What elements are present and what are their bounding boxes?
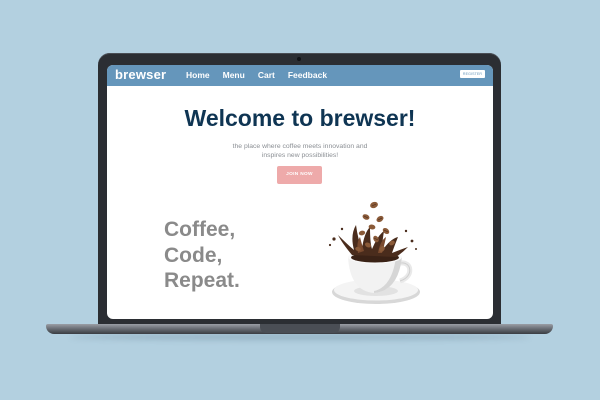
hero-subtitle-line: the place where coffee meets innovation … (232, 143, 368, 150)
nav-links: Home Menu Cart Feedback (186, 70, 327, 80)
hero-subtitle: the place where coffee meets innovation … (210, 142, 390, 160)
register-button[interactable]: REGISTER (460, 70, 485, 78)
laptop-shadow (70, 334, 530, 340)
coffee-cup-with-beans-image (328, 201, 420, 304)
join-now-button[interactable]: JOIN NOW (277, 166, 322, 184)
hero-subtitle-line: inspires new possibilities! (261, 152, 339, 159)
nav-link-menu[interactable]: Menu (223, 70, 245, 80)
mockup-stage: brewser Home Menu Cart Feedback REGISTER… (0, 0, 600, 400)
slogan-line: Code, (164, 243, 223, 267)
webcam-icon (297, 57, 301, 61)
slogan-line: Coffee, (164, 218, 236, 241)
hero-title: Welcome to brewser! (184, 105, 416, 131)
slogan: Coffee, Code, Repeat. (164, 217, 240, 294)
laptop-screen: brewser Home Menu Cart Feedback REGISTER… (107, 65, 493, 319)
nav-link-home[interactable]: Home (186, 70, 210, 80)
navbar: brewser Home Menu Cart Feedback REGISTER (107, 65, 493, 86)
slogan-line: Repeat. (164, 269, 240, 292)
nav-link-cart[interactable]: Cart (258, 70, 275, 80)
brand-logo[interactable]: brewser (115, 67, 166, 82)
laptop-notch (260, 324, 340, 333)
nav-link-feedback[interactable]: Feedback (288, 70, 327, 80)
